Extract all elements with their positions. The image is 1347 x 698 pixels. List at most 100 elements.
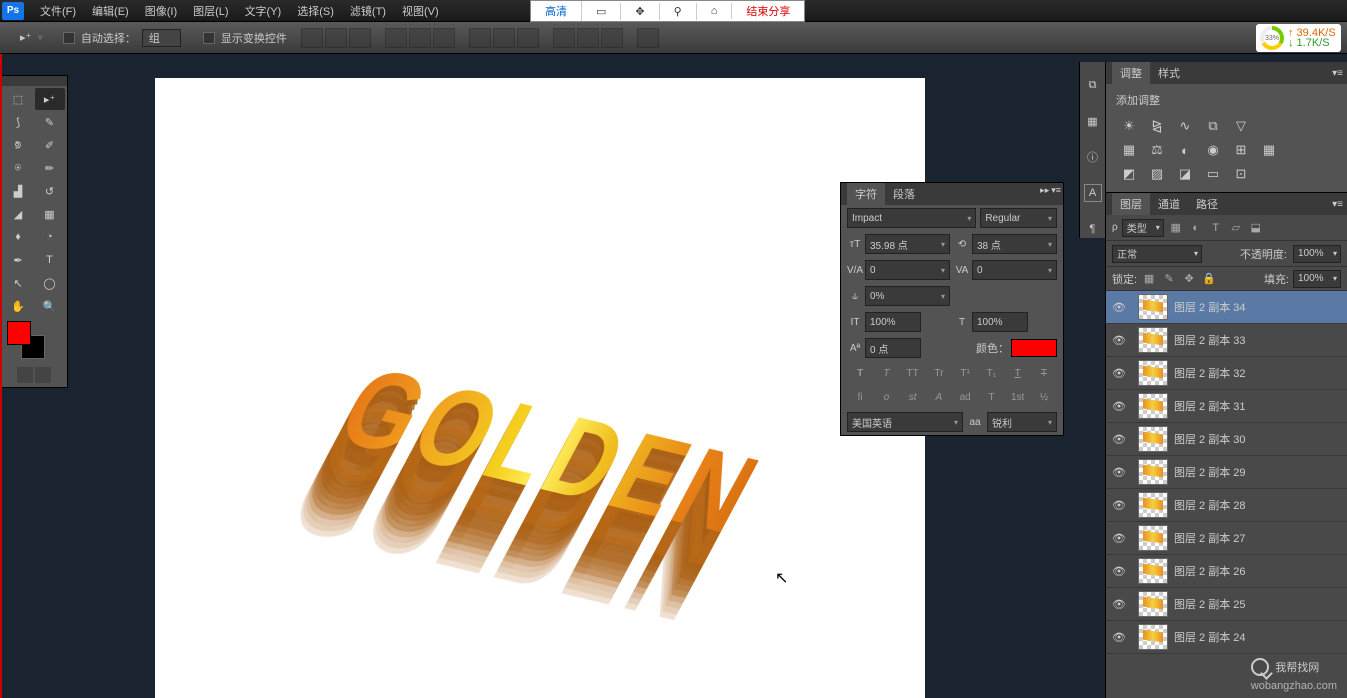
stamp-tool[interactable]: ▟ <box>3 180 33 202</box>
tab-paths[interactable]: 路径 <box>1188 193 1226 215</box>
fraction-button[interactable]: 1st <box>1009 389 1027 405</box>
character-panel-icon[interactable]: A <box>1084 184 1102 202</box>
hue-icon[interactable]: ▦ <box>1120 141 1138 159</box>
layer-row[interactable]: 👁图层 2 副本 25 <box>1106 588 1347 621</box>
zoom-tool[interactable]: 🔍 <box>35 295 65 317</box>
mixer-icon[interactable]: ⊞ <box>1232 141 1250 159</box>
exposure-icon[interactable]: ⧉ <box>1204 117 1222 135</box>
half-button[interactable]: ½ <box>1035 389 1053 405</box>
share-end-button[interactable]: 结束分享 <box>732 1 804 21</box>
layer-row[interactable]: 👁图层 2 副本 26 <box>1106 555 1347 588</box>
tab-channels[interactable]: 通道 <box>1150 193 1188 215</box>
fill-input[interactable]: 100% <box>1293 270 1341 288</box>
layer-row[interactable]: 👁图层 2 副本 28 <box>1106 489 1347 522</box>
hand-tool[interactable]: ✋ <box>3 295 33 317</box>
layer-row[interactable]: 👁图层 2 副本 27 <box>1106 522 1347 555</box>
titling-button[interactable]: ad <box>956 389 974 405</box>
share-move-icon[interactable]: ✥ <box>621 3 659 20</box>
dist-btn[interactable] <box>469 28 491 48</box>
filter-pixel-icon[interactable]: ▦ <box>1168 220 1184 236</box>
filter-type-dropdown[interactable]: 类型 <box>1122 219 1164 237</box>
layer-row[interactable]: 👁图层 2 副本 33 <box>1106 324 1347 357</box>
balance-icon[interactable]: ⚖ <box>1148 141 1166 159</box>
dist-btn[interactable] <box>553 28 575 48</box>
eraser-tool[interactable]: ◢ <box>3 203 33 225</box>
ligature-button[interactable]: fi <box>851 389 869 405</box>
visibility-icon[interactable]: 👁 <box>1106 433 1132 446</box>
filter-text-icon[interactable]: T <box>1208 220 1224 236</box>
actions-panel-icon[interactable]: ▦ <box>1084 112 1102 130</box>
ordinal-button[interactable]: T <box>982 389 1000 405</box>
layer-row[interactable]: 👁图层 2 副本 32 <box>1106 357 1347 390</box>
menu-item[interactable]: 滤镜(T) <box>342 0 394 22</box>
visibility-icon[interactable]: 👁 <box>1106 631 1132 644</box>
menu-item[interactable]: 选择(S) <box>289 0 342 22</box>
brightness-icon[interactable]: ☀ <box>1120 117 1138 135</box>
panel-menu-icon[interactable]: ▾≡ <box>1332 68 1343 79</box>
align-btn[interactable] <box>301 28 323 48</box>
brush-tool[interactable]: ✏ <box>35 157 65 179</box>
bold-button[interactable]: T <box>851 365 869 381</box>
show-transform-checkbox[interactable] <box>203 32 215 44</box>
font-family-dropdown[interactable]: Impact <box>847 208 976 228</box>
menu-item[interactable]: 视图(V) <box>394 0 447 22</box>
screen-mode-icon[interactable] <box>35 367 51 383</box>
swash-button[interactable]: A <box>930 389 948 405</box>
quick-mask-icon[interactable] <box>17 367 33 383</box>
curves-icon[interactable]: ∿ <box>1176 117 1194 135</box>
font-size-input[interactable]: 35.98 点 <box>865 234 950 254</box>
lock-position-icon[interactable]: ✥ <box>1181 271 1197 287</box>
posterize-icon[interactable]: ▨ <box>1148 165 1166 183</box>
opacity-input[interactable]: 100% <box>1293 245 1341 263</box>
tab-paragraph[interactable]: 段落 <box>885 183 923 205</box>
gradient-tool[interactable]: ▦ <box>35 203 65 225</box>
dist-btn[interactable] <box>493 28 515 48</box>
dodge-tool[interactable]: ◔ <box>35 226 65 248</box>
invert-icon[interactable]: ◩ <box>1120 165 1138 183</box>
lasso-tool[interactable]: ⟆ <box>3 111 33 133</box>
path-select-tool[interactable]: ↖ <box>3 272 33 294</box>
share-hd-button[interactable]: 高清 <box>531 1 582 21</box>
crop-tool[interactable]: ⟄ <box>3 134 33 156</box>
auto-select-dropdown[interactable]: 组 <box>142 29 181 47</box>
smallcaps-button[interactable]: Tr <box>930 365 948 381</box>
layer-row[interactable]: 👁图层 2 副本 30 <box>1106 423 1347 456</box>
visibility-icon[interactable]: 👁 <box>1106 334 1132 347</box>
italic-button[interactable]: T <box>877 365 895 381</box>
blend-mode-dropdown[interactable]: 正常 <box>1112 245 1202 263</box>
strike-button[interactable]: T <box>1035 365 1053 381</box>
visibility-icon[interactable]: 👁 <box>1106 301 1132 314</box>
foreground-swatch[interactable] <box>7 321 31 345</box>
tab-character[interactable]: 字符 <box>847 183 885 205</box>
visibility-icon[interactable]: 👁 <box>1106 499 1132 512</box>
menu-item[interactable]: 文字(Y) <box>237 0 290 22</box>
dist-btn[interactable] <box>577 28 599 48</box>
tab-layers[interactable]: 图层 <box>1112 193 1150 215</box>
align-btn[interactable] <box>409 28 431 48</box>
canvas[interactable]: GOLDEN ↖ <box>155 78 925 698</box>
history-brush-tool[interactable]: ↺ <box>35 180 65 202</box>
lock-transparent-icon[interactable]: ▦ <box>1141 271 1157 287</box>
tracking-input[interactable]: 0 <box>972 260 1057 280</box>
gradient-map-icon[interactable]: ▭ <box>1204 165 1222 183</box>
align-btn[interactable] <box>325 28 347 48</box>
tab-styles[interactable]: 样式 <box>1150 62 1188 84</box>
paragraph-panel-icon[interactable]: ¶ <box>1084 220 1102 238</box>
menu-item[interactable]: 文件(F) <box>32 0 84 22</box>
pen-tool[interactable]: ✒ <box>3 249 33 271</box>
share-rect-icon[interactable]: ▭ <box>582 3 621 20</box>
layer-row[interactable]: 👁图层 2 副本 34 <box>1106 291 1347 324</box>
blur-tool[interactable]: ♦ <box>3 226 33 248</box>
lock-all-icon[interactable]: 🔒 <box>1201 271 1217 287</box>
text-tool[interactable]: T <box>35 249 65 271</box>
underline-button[interactable]: T <box>1009 365 1027 381</box>
layer-row[interactable]: 👁图层 2 副本 29 <box>1106 456 1347 489</box>
levels-icon[interactable]: ⧎ <box>1148 117 1166 135</box>
layer-row[interactable]: 👁图层 2 副本 31 <box>1106 390 1347 423</box>
shape-tool[interactable]: ◯ <box>35 272 65 294</box>
visibility-icon[interactable]: 👁 <box>1106 598 1132 611</box>
dist-btn[interactable] <box>517 28 539 48</box>
vscale-input[interactable]: 100% <box>865 312 921 332</box>
language-dropdown[interactable]: 美国英语 <box>847 412 963 432</box>
superscript-button[interactable]: T¹ <box>956 365 974 381</box>
